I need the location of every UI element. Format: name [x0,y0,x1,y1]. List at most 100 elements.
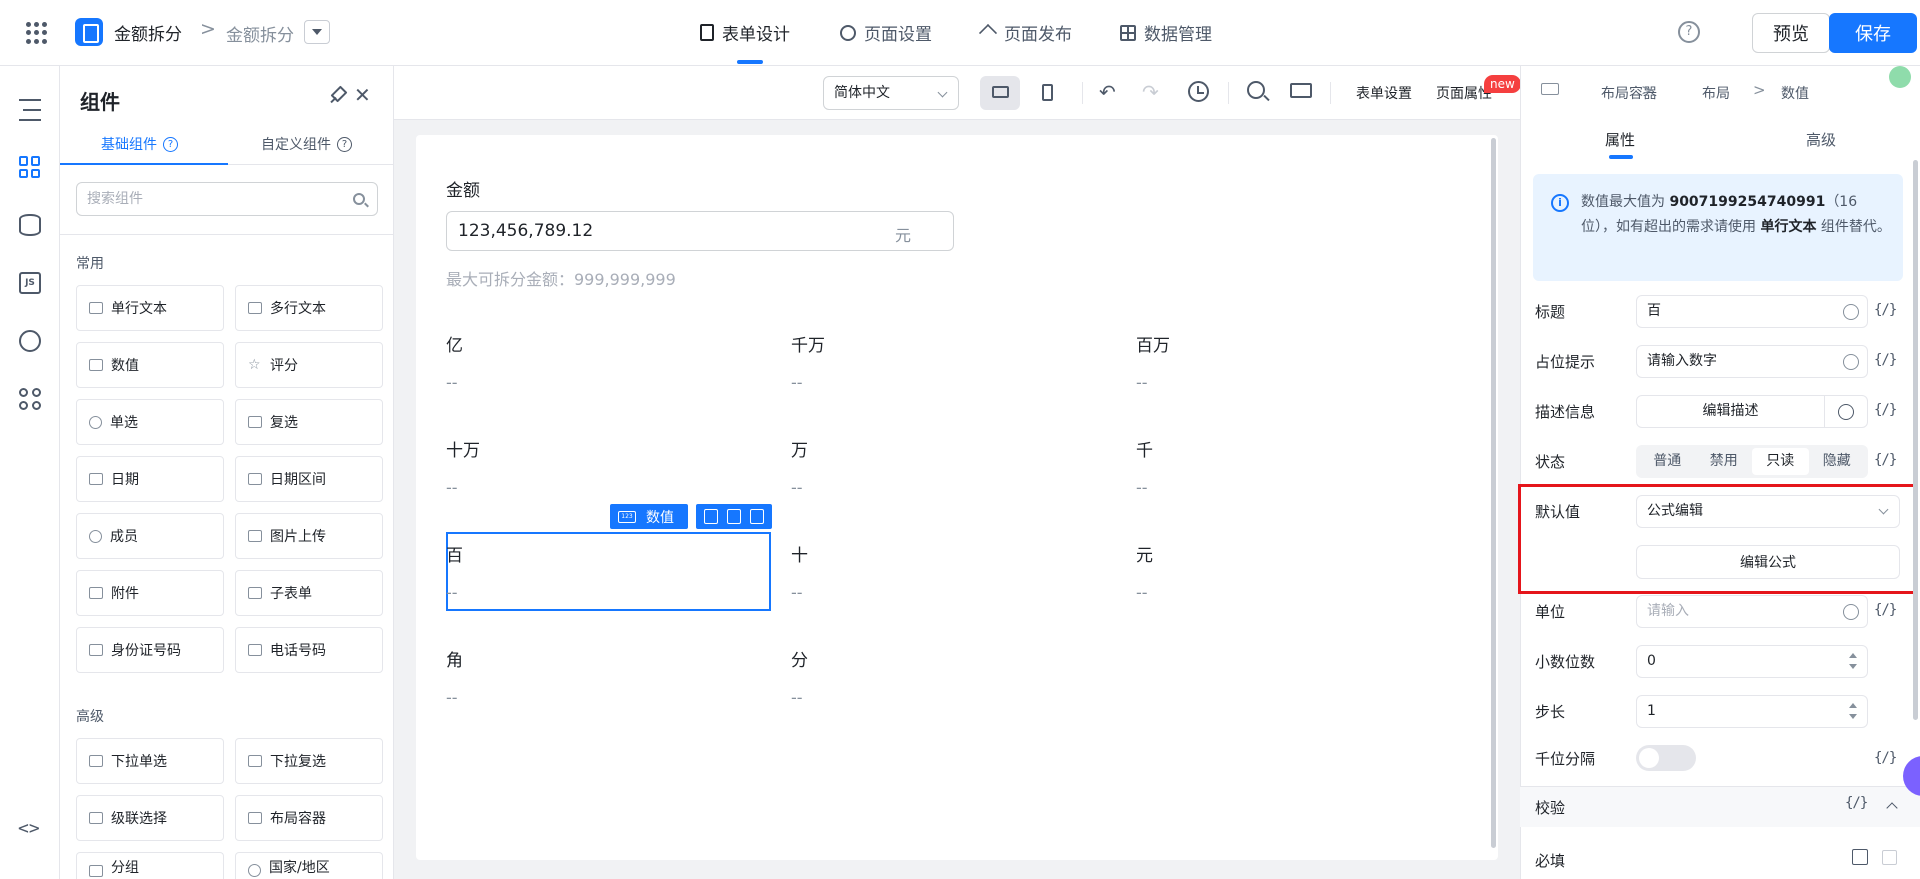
component-item[interactable]: 图片上传 [235,513,383,559]
status-option-disabled[interactable]: 禁用 [1696,448,1753,475]
save-button[interactable]: 保存 [1829,13,1917,53]
step-stepper[interactable]: 1 [1636,695,1868,728]
component-item[interactable]: ☆ 评分 [235,342,383,388]
tab-data-management[interactable]: 数据管理 [1120,20,1212,45]
component-item[interactable]: 日期 [76,456,224,502]
selected-number-field[interactable] [446,532,771,611]
amount-input[interactable]: 123,456,789.12 元 [446,211,954,251]
pin-icon[interactable] [328,86,346,104]
status-option-readonly[interactable]: 只读 [1752,448,1809,475]
desc-i18n-button[interactable] [1824,395,1868,428]
help-icon[interactable]: ? [1678,21,1700,43]
search-icon[interactable] [1247,81,1265,99]
fx-icon[interactable]: {/} [1874,352,1897,368]
props-scrollbar[interactable] [1913,160,1918,720]
tab-custom-components[interactable]: 自定义组件 ? [261,134,352,154]
breadcrumb-page[interactable]: 金额拆分 [226,21,294,46]
props-breadcrumb-item[interactable]: 数值 [1781,83,1809,103]
edit-desc-button[interactable]: 编辑描述 [1636,395,1825,428]
fx-icon[interactable]: {/} [1845,795,1868,811]
component-item[interactable]: 单选 [76,399,224,445]
copy-icon[interactable] [726,509,741,524]
language-select[interactable]: 简体中文 [823,76,959,110]
tab-page-publish[interactable]: 页面发布 [978,20,1072,45]
chevron-up-icon[interactable] [1886,802,1898,814]
tab-page-settings[interactable]: 页面设置 [840,20,932,45]
undo-icon[interactable]: ↶ [1099,82,1116,102]
fx-icon[interactable]: {/} [1874,302,1897,318]
tab-advanced[interactable]: 高级 [1806,129,1836,150]
component-item[interactable]: 附件 [76,570,224,616]
canvas-scrollbar[interactable] [1491,138,1496,848]
component-item[interactable]: 电话号码 [235,627,383,673]
title-input[interactable]: 百 [1636,295,1868,328]
app-name[interactable]: 金额拆分 [114,20,182,45]
decimals-stepper[interactable]: 0 [1636,645,1868,678]
edit-icon[interactable] [1852,849,1868,865]
preview-button[interactable]: 预览 [1752,13,1830,53]
component-item[interactable]: 国家/地区 [235,852,383,879]
component-item[interactable]: 单行文本 [76,285,224,331]
status-option-normal[interactable]: 普通 [1639,448,1696,475]
component-item[interactable]: 复选 [235,399,383,445]
component-item[interactable]: 多行文本 [235,285,383,331]
form-doc-icon [700,24,714,41]
components-icon[interactable] [19,156,41,178]
mobile-view-button[interactable] [1028,76,1068,110]
page-dropdown-button[interactable] [304,20,330,44]
globe-icon[interactable] [1843,354,1859,370]
globe-icon[interactable] [1843,304,1859,320]
add-icon[interactable] [704,509,719,524]
globe-icon[interactable] [1843,604,1859,620]
component-item[interactable]: 下拉复选 [235,738,383,784]
app-logo-icon [75,18,103,46]
outline-icon[interactable] [19,99,41,121]
fx-icon[interactable]: {/} [1874,602,1897,618]
js-icon[interactable]: JS [19,272,41,294]
unit-input[interactable]: 请输入 [1636,595,1868,628]
multi-select-icon [248,755,262,767]
history-icon[interactable] [1188,81,1209,102]
tab-form-design[interactable]: 表单设计 [700,20,790,45]
component-item[interactable]: 身份证号码 [76,627,224,673]
search-icon[interactable] [353,193,365,205]
component-item[interactable]: 成员 [76,513,224,559]
form-settings-link[interactable]: 表单设置 [1356,83,1412,103]
code-icon[interactable]: <> [18,818,40,839]
placeholder-input[interactable]: 请输入数字 [1636,345,1868,378]
help-icon[interactable]: ? [337,136,352,152]
search-input[interactable] [87,183,337,215]
props-breadcrumb-item[interactable]: 布局 [1702,83,1730,103]
component-label: 级联选择 [111,811,167,827]
component-item[interactable]: 子表单 [235,570,383,616]
tab-basic-components[interactable]: 基础组件 ? [101,134,178,154]
digit-value: -- [791,688,803,707]
help-icon[interactable]: ? [163,136,178,152]
keyboard-icon[interactable] [1290,83,1312,98]
amount-value: 123,456,789.12 [458,221,594,241]
validation-section-header[interactable]: 校验 {/} [1520,787,1920,827]
component-item[interactable]: 数值 [76,342,224,388]
apps-icon[interactable] [19,388,41,410]
fx-icon[interactable]: {/} [1874,402,1897,418]
component-item[interactable]: 日期区间 [235,456,383,502]
globe-icon[interactable] [19,330,41,352]
fx-icon[interactable]: {/} [1874,452,1897,468]
status-option-hidden[interactable]: 隐藏 [1809,448,1866,475]
component-item[interactable]: 级联选择 [76,795,224,841]
datasource-icon[interactable] [19,214,41,236]
fx-icon[interactable]: {/} [1874,750,1897,766]
component-item[interactable]: 下拉单选 [76,738,224,784]
desktop-view-button[interactable] [980,76,1020,110]
app-grid-icon[interactable] [26,22,48,44]
delete-icon[interactable] [749,509,764,524]
tab-properties[interactable]: 属性 [1605,129,1635,150]
redo-icon[interactable]: ↷ [1142,82,1159,102]
thousands-toggle[interactable] [1636,745,1696,771]
required-checkbox[interactable] [1882,850,1897,865]
component-item[interactable]: 分组 [76,852,224,879]
close-icon[interactable]: ✕ [354,83,371,107]
digit-label: 十万 [446,441,480,461]
component-item[interactable]: 布局容器 [235,795,383,841]
selected-field-tag[interactable]: 123 数值 [610,504,688,529]
